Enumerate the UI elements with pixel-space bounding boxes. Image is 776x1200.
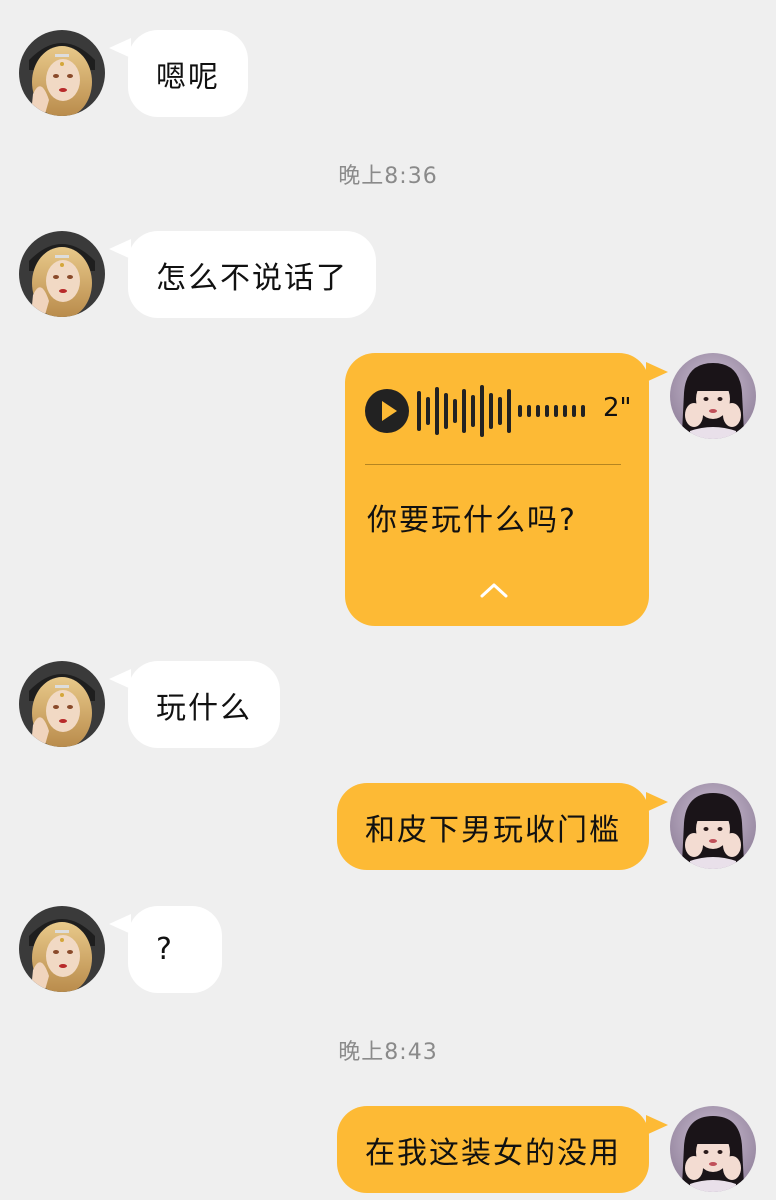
voice-waveform-icon: [417, 385, 585, 437]
my-avatar-image: [670, 1106, 756, 1192]
my-avatar[interactable]: [670, 783, 756, 869]
timestamp: 晚上8:43: [338, 1040, 438, 1065]
message-bubble-incoming[interactable]: 嗯呢: [128, 30, 248, 117]
message-bubble-incoming[interactable]: 怎么不说话了: [128, 231, 376, 318]
chevron-up-icon[interactable]: [479, 581, 509, 599]
play-icon[interactable]: [365, 389, 409, 433]
contact-avatar[interactable]: [19, 30, 105, 116]
bubble-tail: [646, 362, 668, 382]
contact-avatar[interactable]: [19, 231, 105, 317]
my-avatar[interactable]: [670, 353, 756, 439]
contact-avatar[interactable]: [19, 661, 105, 747]
bubble-tail: [646, 1115, 668, 1135]
timestamp: 晚上8:36: [338, 164, 438, 189]
contact-avatar-image: [19, 906, 105, 992]
message-bubble-outgoing[interactable]: 在我这装女的没用: [337, 1106, 649, 1193]
divider: [365, 464, 621, 465]
my-avatar[interactable]: [670, 1106, 756, 1192]
my-avatar-image: [670, 353, 756, 439]
bubble-tail: [646, 792, 668, 812]
contact-avatar[interactable]: [19, 906, 105, 992]
contact-avatar-image: [19, 30, 105, 116]
message-bubble-outgoing[interactable]: 和皮下男玩收门槛: [337, 783, 649, 870]
voice-duration: 2": [603, 393, 632, 423]
voice-transcript: 你要玩什么吗?: [367, 503, 577, 538]
voice-message-bubble[interactable]: 2" 你要玩什么吗?: [345, 353, 649, 626]
contact-avatar-image: [19, 661, 105, 747]
my-avatar-image: [670, 783, 756, 869]
message-bubble-incoming[interactable]: 玩什么: [128, 661, 280, 748]
contact-avatar-image: [19, 231, 105, 317]
message-bubble-incoming[interactable]: ?: [128, 906, 222, 993]
